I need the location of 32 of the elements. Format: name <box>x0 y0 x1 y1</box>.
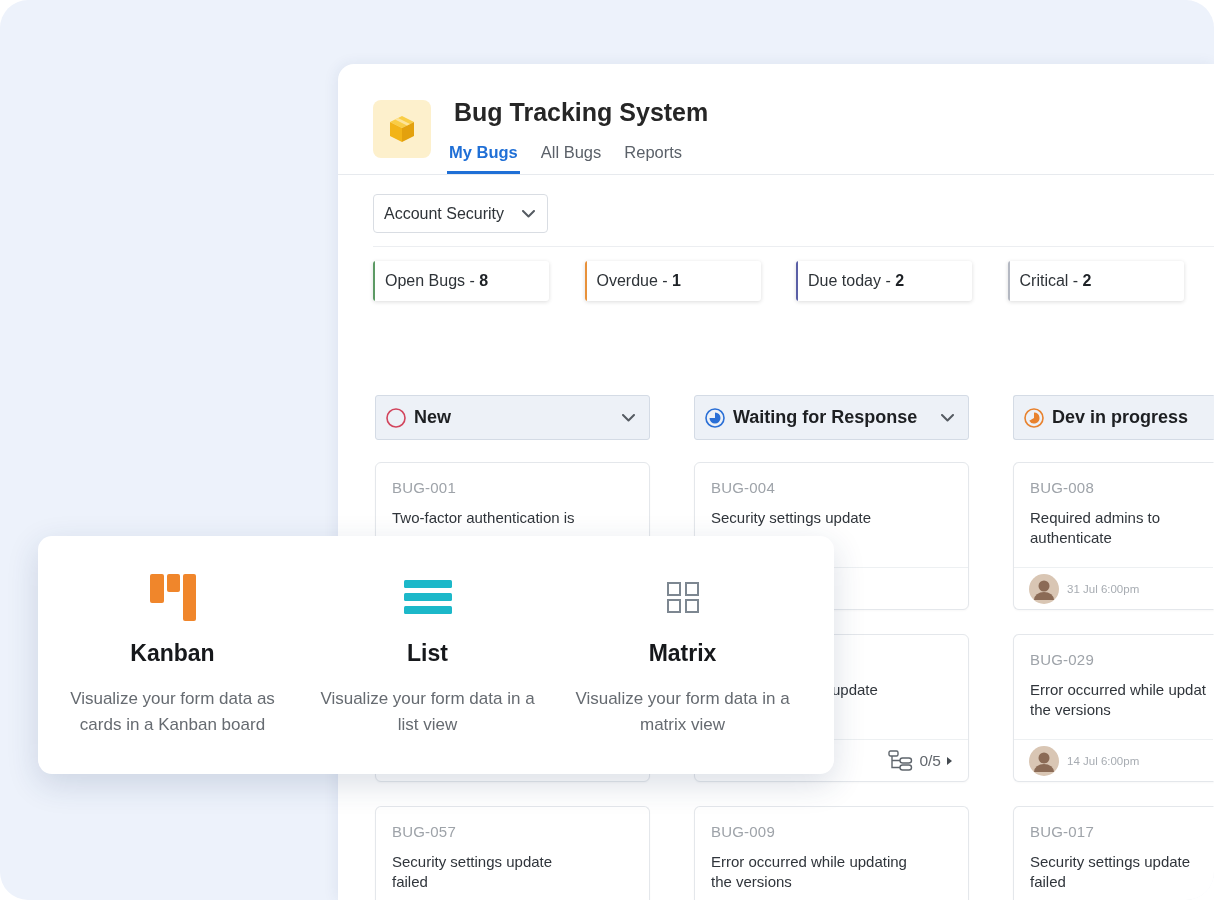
bug-id: BUG-057 <box>392 822 457 842</box>
bug-id: BUG-004 <box>711 478 776 498</box>
view-description: Visualize your form data in a list view <box>320 688 535 736</box>
stat-label: Critical - 2 <box>1019 272 1092 290</box>
bug-title: Security settings update failed <box>1030 852 1191 891</box>
stat-label: Overdue - 1 <box>596 272 681 290</box>
due-date: 14 Jul 6:00pm <box>1067 754 1140 767</box>
bug-title: Required admins to authenticate <box>1030 508 1161 547</box>
bug-id: BUG-017 <box>1030 822 1095 842</box>
bug-id: BUG-008 <box>1030 478 1095 498</box>
bug-title: Error occurred while updat the versions <box>1030 680 1206 719</box>
subtask-count: 0/5 <box>919 751 941 770</box>
bug-title: Error occurred while updating the versions <box>711 852 907 891</box>
column-title: Dev in progress <box>1052 407 1189 428</box>
view-title: Matrix <box>648 641 717 665</box>
stat-label: Due today - 2 <box>808 272 905 290</box>
app-title: Bug Tracking System <box>454 97 709 128</box>
view-title: List <box>407 641 448 665</box>
view-title: Kanban <box>130 641 215 665</box>
view-description: Visualize your form data in a matrix view <box>575 688 790 736</box>
bug-title: Security settings update failed <box>392 852 553 891</box>
due-date: 31 Jul 6:00pm <box>1067 582 1140 595</box>
column-title: New <box>414 407 451 428</box>
bug-title: update <box>832 680 878 700</box>
bug-id: BUG-001 <box>392 478 457 498</box>
view-description: Visualize your form data as cards in a Kanban board <box>70 688 275 736</box>
bug-title: Two-factor authentication is <box>392 508 575 528</box>
stat-label: Open Bugs - 8 <box>385 272 489 290</box>
bug-id: BUG-009 <box>711 822 776 842</box>
bug-id: BUG-029 <box>1030 650 1095 670</box>
column-title: Waiting for Response <box>733 407 918 428</box>
bug-title: Security settings update <box>711 508 872 528</box>
